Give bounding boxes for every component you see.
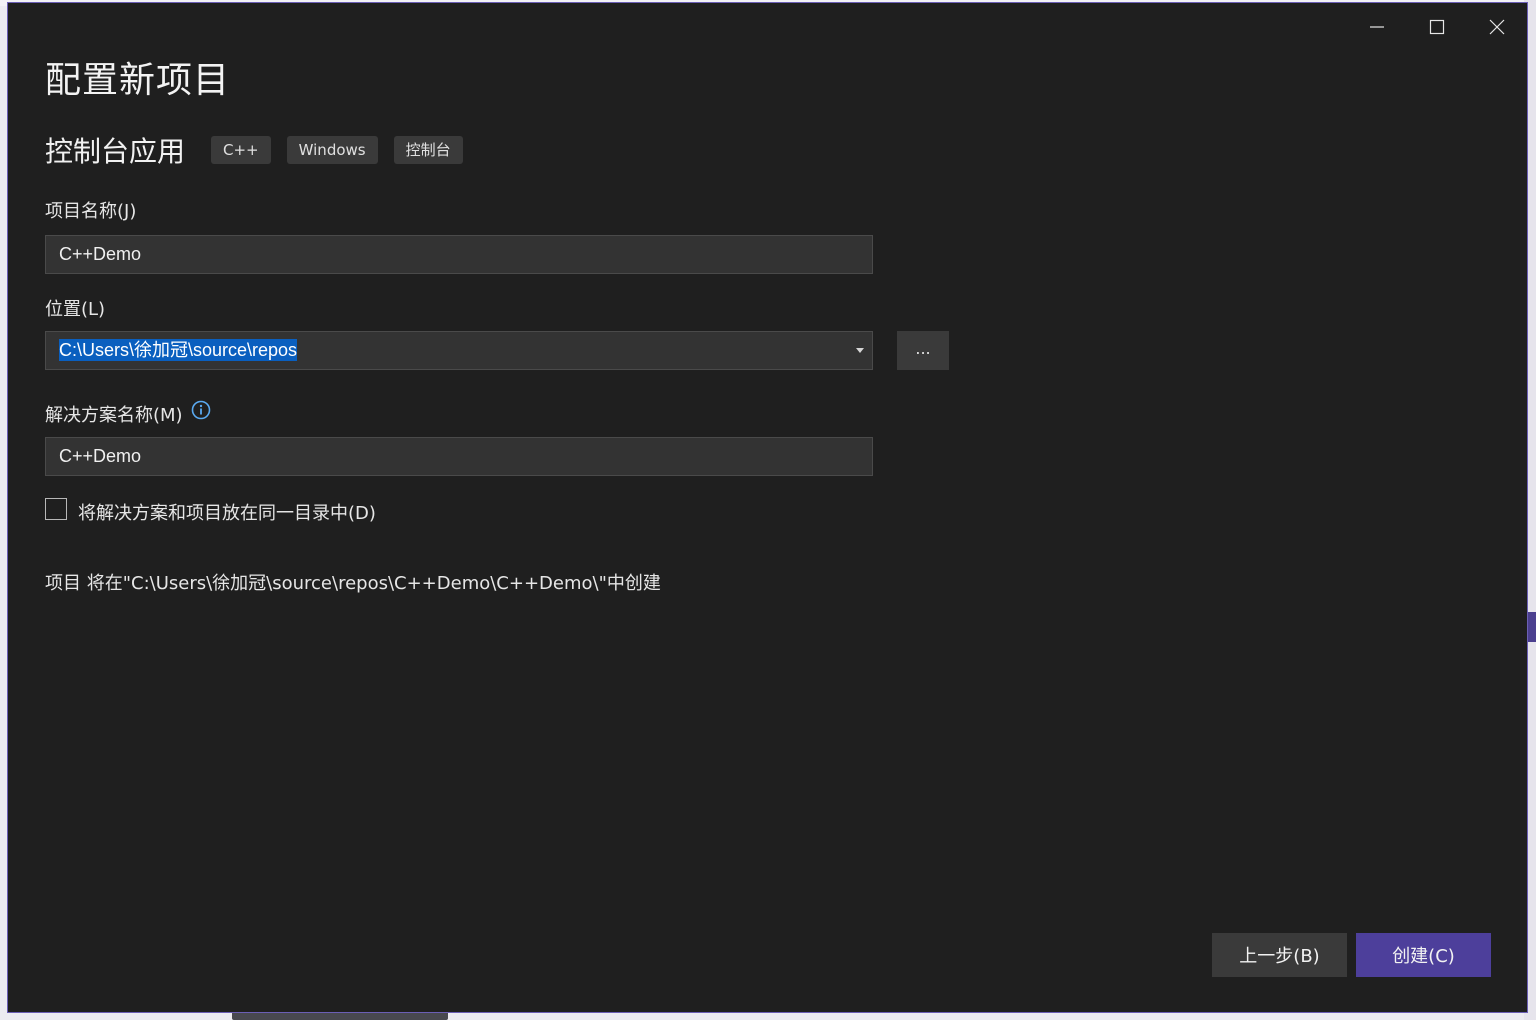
background-window-accent xyxy=(1528,612,1536,642)
solution-name-label: 解决方案名称(M) xyxy=(45,405,183,426)
page-title: 配置新项目 xyxy=(45,60,231,101)
configure-project-dialog: 配置新项目 控制台应用 C++ Windows 控制台 项目名称(J) C++D… xyxy=(7,2,1528,1013)
tag-project-type: 控制台 xyxy=(393,136,463,164)
maximize-icon xyxy=(1429,19,1445,35)
back-button[interactable]: 上一步(B) xyxy=(1212,933,1347,977)
location-label: 位置(L) xyxy=(45,299,106,320)
create-button[interactable]: 创建(C) xyxy=(1356,933,1491,977)
minimize-button[interactable] xyxy=(1347,3,1407,51)
project-name-label: 项目名称(J) xyxy=(45,201,137,222)
close-button[interactable] xyxy=(1467,3,1527,51)
solution-name-input[interactable]: C++Demo xyxy=(45,437,873,476)
location-combobox[interactable]: C:\Users\徐加冠\source\repos xyxy=(45,331,873,370)
location-value-selected: C:\Users\徐加冠\source\repos xyxy=(59,339,298,361)
project-path-note: 项目 将在"C:\Users\徐加冠\source\repos\C++Demo\… xyxy=(45,573,661,594)
tag-language: C++ xyxy=(211,136,271,164)
same-directory-checkbox[interactable] xyxy=(45,498,67,520)
window-controls xyxy=(1347,3,1527,51)
maximize-button[interactable] xyxy=(1407,3,1467,51)
minimize-icon xyxy=(1370,26,1384,28)
close-icon xyxy=(1489,19,1505,35)
same-directory-label: 将解决方案和项目放在同一目录中(D) xyxy=(78,503,376,524)
project-name-input[interactable]: C++Demo xyxy=(45,235,873,274)
info-icon[interactable] xyxy=(191,400,211,420)
browse-button[interactable]: ... xyxy=(897,331,949,370)
template-name: 控制台应用 xyxy=(45,135,186,168)
chevron-down-icon[interactable] xyxy=(856,348,864,353)
template-info: 控制台应用 C++ Windows 控制台 xyxy=(45,130,479,170)
tag-platform: Windows xyxy=(286,136,378,164)
